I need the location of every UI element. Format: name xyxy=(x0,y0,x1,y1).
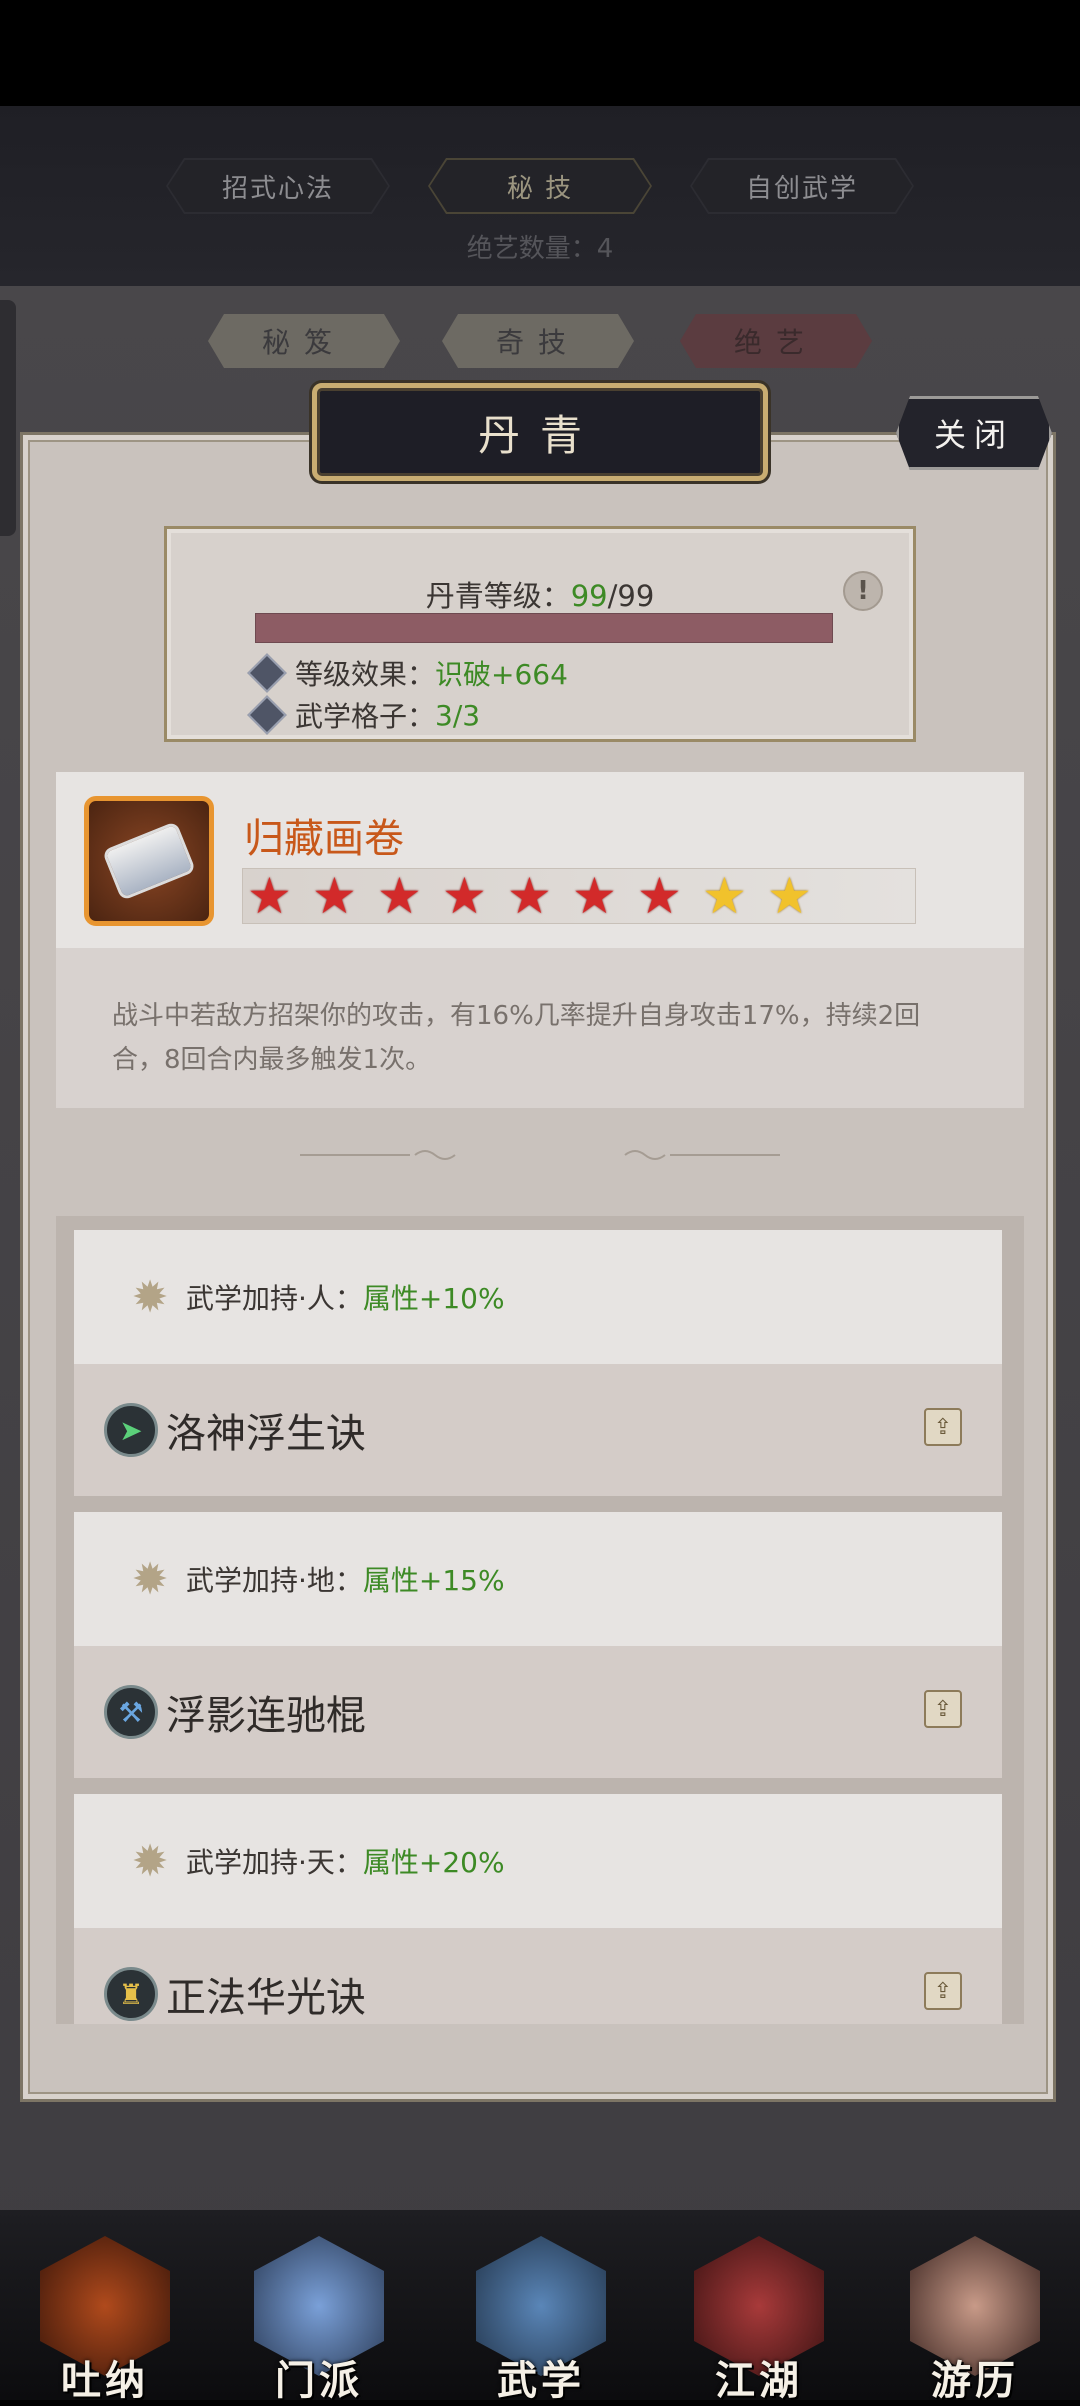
nav-jianghu[interactable]: 江湖 xyxy=(684,2220,834,2404)
star-red-icon: ★ xyxy=(312,867,357,925)
level-box: 丹青等级：99/99 ! 等级效果： 识破+664 武学格子： 3/3 xyxy=(164,526,916,742)
stat-label: 等级效果： xyxy=(295,658,436,691)
stat-label: 武学格子： xyxy=(295,700,436,733)
status-bar xyxy=(0,0,1080,106)
nav-travel[interactable]: 游历 xyxy=(900,2220,1050,2404)
star-red-icon: ★ xyxy=(247,867,292,925)
bonus-value: 属性+10% xyxy=(362,1282,505,1315)
nav-breathing[interactable]: 吐纳 xyxy=(30,2220,180,2404)
subtab-mastery[interactable]: 绝艺 xyxy=(680,314,872,368)
gear-icon: ✹ xyxy=(131,1835,169,1887)
bonus-header: ✹ 武学加持·天： 属性+20% xyxy=(74,1794,1002,1928)
gear-icon: ✹ xyxy=(131,1553,169,1605)
skill-name: 归藏画卷 xyxy=(244,816,404,862)
level-progress-bar xyxy=(255,613,833,643)
tab-moves[interactable]: 招式心法 xyxy=(166,158,390,214)
nav-label: 吐纳 xyxy=(61,2357,149,2404)
subtab-technique[interactable]: 奇技 xyxy=(442,314,634,368)
mastery-count: 绝艺数量：4 xyxy=(466,234,614,264)
tab-secret-skills[interactable]: 秘 技 xyxy=(428,158,652,214)
subtab-manual[interactable]: 秘笈 xyxy=(208,314,400,368)
star-gold-icon: ★ xyxy=(767,867,812,925)
bonus-header: ✹ 武学加持·人： 属性+10% xyxy=(74,1230,1002,1364)
boot-icon: ➤ xyxy=(104,1403,158,1457)
move-name: 浮影连驰棍 xyxy=(166,1693,366,1739)
level-label: 丹青等级： xyxy=(425,579,571,613)
diamond-icon xyxy=(247,653,287,693)
nav-label: 江湖 xyxy=(715,2357,803,2404)
star-gold-icon: ★ xyxy=(702,867,747,925)
bonus-move-row[interactable]: ➤ 洛神浮生诀 ⇪ xyxy=(74,1364,1002,1496)
tab-custom-martial[interactable]: 自创武学 xyxy=(690,158,914,214)
stat-martial-slots: 武学格子： 3/3 xyxy=(247,695,480,735)
stat-value: 3/3 xyxy=(435,698,481,732)
ornament-divider xyxy=(300,1150,780,1160)
star-red-icon: ★ xyxy=(377,867,422,925)
nav-sect[interactable]: 门派 xyxy=(244,2220,394,2404)
move-name: 洛神浮生诀 xyxy=(166,1411,366,1457)
bonus-value: 属性+15% xyxy=(362,1564,505,1597)
bonus-move-row[interactable]: ♜ 正法华光诀 ⇪ xyxy=(74,1928,1002,2024)
staff-icon: ⚒ xyxy=(104,1685,158,1739)
bonus-label: 武学加持·地： xyxy=(186,1564,363,1597)
bonus-list[interactable]: ✹ 武学加持·人： 属性+10% ➤ 洛神浮生诀 ⇪ ✹ 武学加持·地： 属性+15… xyxy=(56,1216,1024,2024)
bonus-value: 属性+20% xyxy=(362,1846,505,1879)
scroll-icon[interactable] xyxy=(84,796,214,926)
bell-icon: ♜ xyxy=(104,1967,158,2021)
bonus-move-row[interactable]: ⚒ 浮影连驰棍 ⇪ xyxy=(74,1646,1002,1778)
level-max: /99 xyxy=(607,579,655,613)
star-red-icon: ★ xyxy=(572,867,617,925)
skill-card: 归藏画卷 ★ ★ ★ ★ ★ ★ ★ ★ ★ xyxy=(56,772,1024,948)
diamond-icon xyxy=(247,695,287,735)
panel-title: 丹青 xyxy=(312,383,768,481)
bonus-label: 武学加持·天： xyxy=(186,1846,363,1879)
nav-label: 游历 xyxy=(931,2357,1019,2404)
export-icon[interactable]: ⇪ xyxy=(924,1408,962,1446)
star-red-icon: ★ xyxy=(507,867,552,925)
nav-martial[interactable]: 武学 xyxy=(466,2220,616,2404)
level-current: 99 xyxy=(570,579,608,613)
side-drawer-handle[interactable] xyxy=(0,300,16,536)
nav-label: 武学 xyxy=(497,2357,585,2404)
close-button[interactable]: 关闭 xyxy=(896,396,1052,470)
gear-icon: ✹ xyxy=(131,1271,169,1323)
move-name: 正法华光诀 xyxy=(166,1975,366,2021)
skill-description: 战斗中若敌方招架你的攻击，有16%几率提升自身攻击17%，持续2回合，8回合内最… xyxy=(56,948,1024,1108)
nav-label: 门派 xyxy=(275,2357,363,2404)
stat-level-effect: 等级效果： 识破+664 xyxy=(247,653,568,693)
star-red-icon: ★ xyxy=(637,867,682,925)
level-line: 丹青等级：99/99 xyxy=(167,573,913,615)
bonus-header: ✹ 武学加持·地： 属性+15% xyxy=(74,1512,1002,1646)
export-icon[interactable]: ⇪ xyxy=(924,1690,962,1728)
info-icon[interactable]: ! xyxy=(843,571,883,611)
star-rating: ★ ★ ★ ★ ★ ★ ★ ★ ★ xyxy=(242,868,916,924)
stat-value: 识破+664 xyxy=(435,658,568,691)
bonus-label: 武学加持·人： xyxy=(186,1282,363,1315)
export-icon[interactable]: ⇪ xyxy=(924,1972,962,2010)
star-red-icon: ★ xyxy=(442,867,487,925)
